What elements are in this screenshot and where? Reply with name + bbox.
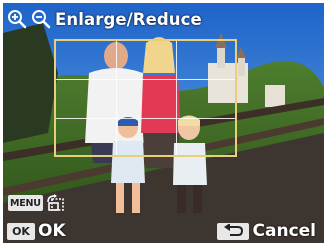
zoom-in-icon [8,10,27,29]
zoom-out-icon [32,10,51,29]
ok-control[interactable]: OK OK [7,221,66,241]
crop-frame[interactable] [54,39,237,157]
grid-line-horizontal [56,79,235,80]
back-button[interactable] [216,222,249,240]
rotate-frame-icon[interactable] [46,194,66,212]
cancel-control[interactable]: Cancel [216,221,316,241]
menu-row: MENU [8,193,66,213]
cancel-label: Cancel [252,221,316,241]
lcd-screen: Enlarge/Reduce MENU OK OK Cancel [3,3,324,243]
screen-title: Enlarge/Reduce [55,9,202,29]
bottom-bar: OK OK Cancel [3,219,324,243]
grid-line-vertical [176,41,177,155]
ok-button[interactable]: OK [7,222,35,240]
menu-button[interactable]: MENU [8,195,43,211]
title-bar: Enlarge/Reduce [3,7,202,31]
grid-line-vertical [116,41,117,155]
ok-label: OK [38,221,66,241]
back-arrow-icon [223,224,243,236]
grid-line-horizontal [56,118,235,119]
